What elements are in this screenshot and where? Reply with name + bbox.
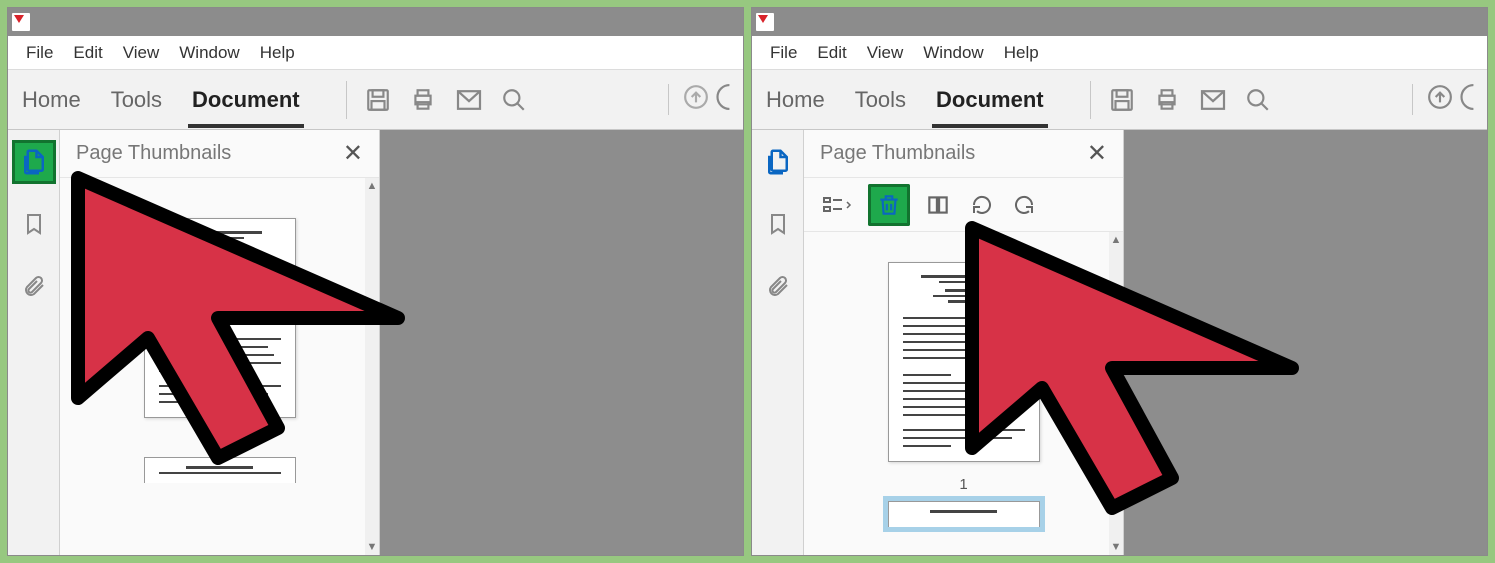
menu-bar: File Edit View Window Help bbox=[752, 36, 1487, 70]
left-rail bbox=[752, 130, 804, 555]
page-up-icon[interactable] bbox=[683, 84, 709, 115]
email-icon[interactable] bbox=[1199, 89, 1227, 111]
document-area bbox=[1124, 130, 1487, 555]
menu-window[interactable]: Window bbox=[179, 43, 239, 63]
page-thumbnail-1[interactable] bbox=[888, 262, 1040, 462]
menu-file[interactable]: File bbox=[26, 43, 53, 63]
menu-window[interactable]: Window bbox=[923, 43, 983, 63]
page-thumbnail-1[interactable] bbox=[144, 218, 296, 418]
thumbnail-panel-title: Page Thumbnails bbox=[76, 142, 231, 165]
thumbnail-scrollbar[interactable]: ▲▼ bbox=[365, 178, 379, 555]
page-thumbnail-2[interactable] bbox=[144, 457, 296, 483]
page-thumbnail-1-label: 1 bbox=[215, 432, 223, 449]
page-down-icon[interactable] bbox=[715, 84, 733, 115]
thumbnail-panel-title: Page Thumbnails bbox=[820, 142, 975, 165]
save-icon[interactable] bbox=[1109, 87, 1135, 113]
work-area: Page Thumbnails ✕ bbox=[8, 130, 743, 555]
thumbnail-options-button[interactable] bbox=[816, 184, 858, 226]
insert-page-button[interactable] bbox=[920, 184, 956, 226]
menu-file[interactable]: File bbox=[770, 43, 797, 63]
rotate-cw-button[interactable] bbox=[1008, 184, 1040, 226]
email-icon[interactable] bbox=[455, 89, 483, 111]
attachments-button[interactable] bbox=[12, 264, 56, 308]
left-pane: File Edit View Window Help Home Tools Do… bbox=[7, 7, 744, 556]
rotate-ccw-button[interactable] bbox=[966, 184, 998, 226]
page-thumbnail-2[interactable] bbox=[888, 501, 1040, 527]
print-icon[interactable] bbox=[1153, 87, 1181, 113]
tab-document[interactable]: Document bbox=[188, 73, 304, 127]
page-thumbnails-button[interactable] bbox=[756, 140, 800, 184]
menu-edit[interactable]: Edit bbox=[817, 43, 846, 63]
menu-edit[interactable]: Edit bbox=[73, 43, 102, 63]
bookmarks-button[interactable] bbox=[12, 202, 56, 246]
toolbar: Home Tools Document bbox=[8, 70, 743, 130]
tab-tools[interactable]: Tools bbox=[107, 73, 166, 127]
thumbnail-toolbar bbox=[804, 178, 1123, 232]
tab-home[interactable]: Home bbox=[762, 73, 829, 127]
search-icon[interactable] bbox=[1245, 87, 1271, 113]
delete-page-button[interactable] bbox=[868, 184, 910, 226]
thumbnail-list: 1 ▲▼ bbox=[60, 178, 379, 555]
left-rail bbox=[8, 130, 60, 555]
thumbnail-scrollbar[interactable]: ▲▼ bbox=[1109, 232, 1123, 555]
menu-help[interactable]: Help bbox=[260, 43, 295, 63]
work-area: Page Thumbnails ✕ bbox=[752, 130, 1487, 555]
thumbnail-panel: Page Thumbnails ✕ bbox=[804, 130, 1124, 555]
save-icon[interactable] bbox=[365, 87, 391, 113]
pdf-app-icon bbox=[12, 13, 30, 31]
tab-tools[interactable]: Tools bbox=[851, 73, 910, 127]
pdf-app-icon bbox=[756, 13, 774, 31]
toolbar: Home Tools Document bbox=[752, 70, 1487, 130]
tab-home[interactable]: Home bbox=[18, 73, 85, 127]
title-bar bbox=[752, 8, 1487, 36]
menu-view[interactable]: View bbox=[867, 43, 904, 63]
close-panel-button[interactable]: ✕ bbox=[343, 139, 363, 168]
thumbnail-panel-header: Page Thumbnails ✕ bbox=[60, 130, 379, 178]
page-thumbnail-1-label: 1 bbox=[959, 476, 967, 493]
bookmarks-button[interactable] bbox=[756, 202, 800, 246]
attachments-button[interactable] bbox=[756, 264, 800, 308]
page-thumbnails-button[interactable] bbox=[12, 140, 56, 184]
title-bar bbox=[8, 8, 743, 36]
print-icon[interactable] bbox=[409, 87, 437, 113]
close-panel-button[interactable]: ✕ bbox=[1087, 139, 1107, 168]
menu-view[interactable]: View bbox=[123, 43, 160, 63]
page-up-icon[interactable] bbox=[1427, 84, 1453, 115]
thumbnail-list: 1 ▲▼ bbox=[804, 232, 1123, 555]
search-icon[interactable] bbox=[501, 87, 527, 113]
tab-document[interactable]: Document bbox=[932, 73, 1048, 127]
page-down-icon[interactable] bbox=[1459, 84, 1477, 115]
right-pane: File Edit View Window Help Home Tools Do… bbox=[751, 7, 1488, 556]
menu-help[interactable]: Help bbox=[1004, 43, 1039, 63]
document-area bbox=[380, 130, 743, 555]
thumbnail-panel-header: Page Thumbnails ✕ bbox=[804, 130, 1123, 178]
thumbnail-panel: Page Thumbnails ✕ bbox=[60, 130, 380, 555]
menu-bar: File Edit View Window Help bbox=[8, 36, 743, 70]
